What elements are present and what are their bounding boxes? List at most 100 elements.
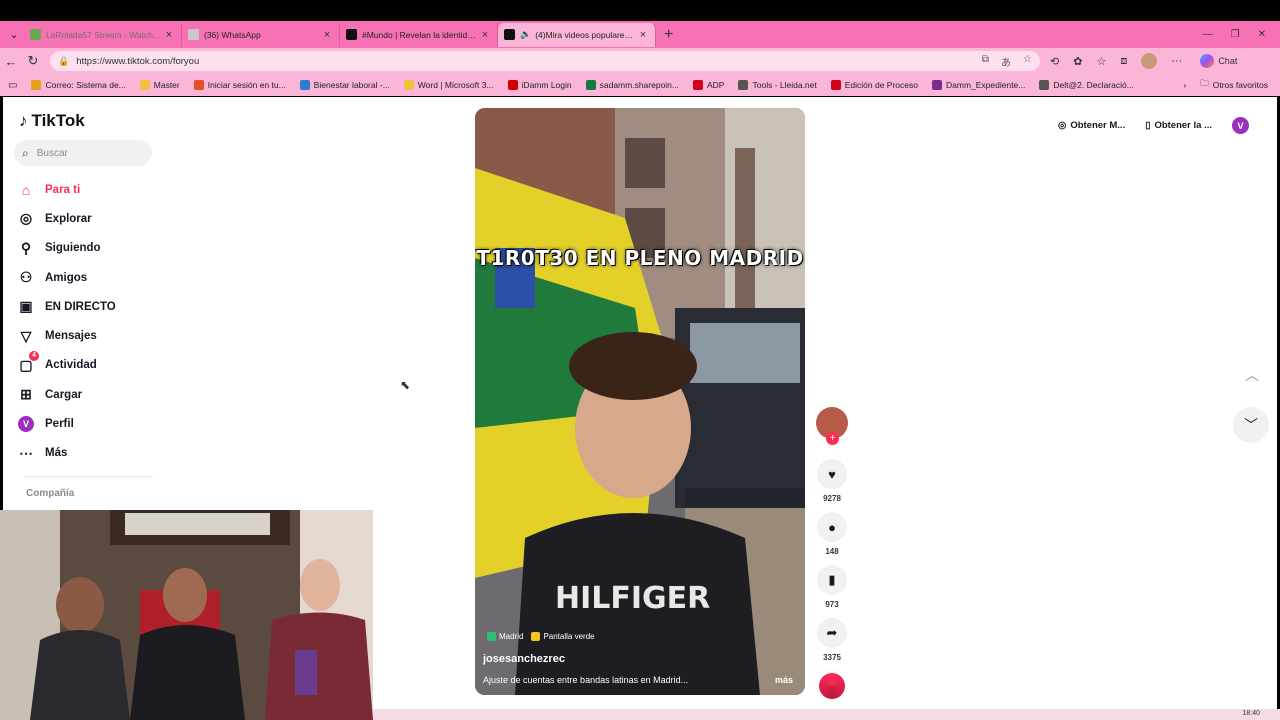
bookmark-item[interactable]: Iniciar sesión en tu... bbox=[193, 80, 286, 90]
bookmark-item[interactable]: iDamm Login bbox=[507, 80, 572, 90]
audio-playing-icon[interactable]: 🔈 bbox=[520, 29, 531, 40]
svg-text:HILFIGER: HILFIGER bbox=[555, 581, 710, 616]
tab-actions-menu-icon[interactable]: ⌄ bbox=[4, 25, 24, 45]
url-field[interactable]: 🔒 https://www.tiktok.com/foryou ⧉ あ ☆ bbox=[50, 51, 1040, 71]
bookmark-item[interactable]: Edición de Proceso bbox=[830, 80, 918, 90]
bookmark-label: sadamm.sharepoin... bbox=[599, 80, 679, 90]
bookmark-item[interactable]: ADP bbox=[693, 80, 724, 90]
sidebar-item-en-directo[interactable]: ▣ EN DIRECTO bbox=[17, 292, 167, 321]
browser-tab-active[interactable]: 🔈 (4)Mira videos populares selec × bbox=[498, 22, 656, 47]
bookmark-favicon-icon bbox=[139, 80, 150, 90]
bookmark-item[interactable]: Delt@2. Declaració... bbox=[1039, 80, 1134, 90]
bookmark-label: ADP bbox=[707, 80, 725, 90]
window-controls: — ❐ ✕ bbox=[1203, 29, 1266, 40]
get-app-button[interactable]: ▯ Obtener la ... bbox=[1145, 120, 1212, 131]
company-section-label: Compañía bbox=[26, 488, 75, 499]
share-icon: ➦ bbox=[826, 625, 838, 640]
bookmark-label: Iniciar sesión en tu... bbox=[207, 80, 286, 90]
chevron-right-icon[interactable]: › bbox=[1183, 80, 1186, 90]
sidebar-item-label: Perfil bbox=[45, 418, 74, 431]
bookmark-item[interactable]: Correo: Sistema de... bbox=[31, 80, 126, 90]
maximize-icon[interactable]: ❐ bbox=[1231, 29, 1240, 40]
next-video-button[interactable]: ﹀ bbox=[1233, 407, 1269, 443]
sidebar-item-mas[interactable]: ⋯ Más bbox=[17, 439, 167, 468]
extensions-icon[interactable]: ⟲ bbox=[1050, 55, 1059, 68]
save-count: 973 bbox=[825, 600, 839, 609]
sidebar-nav: ⌂ Para ti ◎ Explorar ⚲ Siguiendo ⚇ Amigo… bbox=[17, 175, 167, 468]
share-button[interactable]: ➦ bbox=[817, 618, 847, 648]
browser-tab[interactable]: LaRolada57 Stream - Watch Live on × bbox=[24, 22, 182, 47]
browser-tab[interactable]: #Mundo | Revelan la identidad de × bbox=[340, 22, 498, 47]
tab-close-icon[interactable]: × bbox=[163, 29, 175, 41]
favorite-star-icon[interactable]: ☆ bbox=[1023, 54, 1032, 69]
user-avatar[interactable]: V bbox=[1232, 117, 1249, 134]
shield-extension-icon[interactable]: ✿ bbox=[1073, 55, 1082, 68]
bookmark-item[interactable]: Tools - Lleida.net bbox=[738, 80, 817, 90]
browser-tab[interactable]: (36) WhatsApp × bbox=[182, 22, 340, 47]
video-player[interactable]: HILFIGER T1R0T30 EN PLENO MADRID Madrid … bbox=[475, 108, 805, 695]
previous-video-chevron-up-icon[interactable]: ︿ bbox=[1245, 365, 1259, 385]
bookmark-favicon-icon bbox=[932, 80, 942, 90]
tab-close-icon[interactable]: × bbox=[637, 29, 649, 41]
video-author[interactable]: josesanchezrec bbox=[483, 653, 565, 665]
other-favorites-folder[interactable]: 🗀 Otros favoritos bbox=[1200, 78, 1268, 92]
more-icon: ⋯ bbox=[19, 444, 33, 461]
sidebar-item-amigos[interactable]: ⚇ Amigos bbox=[17, 263, 167, 292]
music-disc-icon[interactable] bbox=[819, 673, 845, 699]
tiktok-logo[interactable]: ♪ TikTok bbox=[19, 111, 85, 131]
video-tag-location[interactable]: Madrid bbox=[487, 632, 523, 641]
minimize-icon[interactable]: — bbox=[1203, 29, 1213, 40]
tab-close-icon[interactable]: × bbox=[479, 29, 491, 41]
bookmark-favicon-icon bbox=[403, 80, 414, 90]
site-info-icon[interactable]: 🔒 bbox=[58, 56, 69, 67]
profile-avatar-icon[interactable] bbox=[1141, 53, 1158, 69]
sidebar-item-mensajes[interactable]: ▽ Mensajes bbox=[17, 321, 167, 350]
translate-icon[interactable]: あ bbox=[1001, 54, 1011, 69]
video-description: Ajuste de cuentas entre bandas latinas e… bbox=[483, 675, 689, 685]
follow-plus-icon[interactable]: + bbox=[826, 432, 839, 445]
sidebar-item-perfil[interactable]: V Perfil bbox=[17, 409, 167, 438]
back-icon[interactable]: ← bbox=[0, 54, 22, 69]
bookmark-item[interactable]: Damm_Expediente... bbox=[932, 80, 1025, 90]
settings-more-icon[interactable]: ··· bbox=[1171, 55, 1182, 67]
sidebar-item-cargar[interactable]: ⊞ Cargar bbox=[17, 380, 167, 409]
reading-mode-icon[interactable]: ▭ bbox=[8, 80, 17, 91]
sidebar-item-explorar[interactable]: ◎ Explorar bbox=[17, 204, 167, 233]
comment-icon: ● bbox=[828, 519, 836, 535]
get-coins-button[interactable]: ◎ Obtener M... bbox=[1058, 120, 1125, 131]
bookmark-item[interactable]: sadamm.sharepoin... bbox=[585, 80, 679, 90]
bookmark-label: Word | Microsoft 3... bbox=[417, 80, 494, 90]
collections-icon[interactable]: ⧈ bbox=[1120, 55, 1127, 68]
save-button[interactable]: ▮ bbox=[817, 565, 847, 595]
copilot-chat-button[interactable]: Chat bbox=[1200, 54, 1237, 68]
video-tag-effect[interactable]: Pantalla verde bbox=[531, 632, 595, 641]
sidebar-item-label: Amigos bbox=[45, 271, 88, 284]
bookmark-item[interactable]: Master bbox=[139, 80, 180, 90]
sidebar-item-actividad[interactable]: ▢ 4 Actividad bbox=[17, 351, 167, 380]
video-more-button[interactable]: más bbox=[775, 675, 793, 685]
app-available-icon[interactable]: ⧉ bbox=[982, 54, 989, 69]
search-icon: ⌕ bbox=[22, 145, 29, 160]
bookmark-favicon-icon bbox=[31, 80, 42, 90]
bookmark-favicon-icon bbox=[299, 80, 310, 90]
refresh-icon[interactable]: ↻ bbox=[22, 53, 44, 69]
sidebar-item-para-ti[interactable]: ⌂ Para ti bbox=[17, 175, 167, 204]
chat-label: Chat bbox=[1218, 56, 1238, 66]
bookmark-item[interactable]: Word | Microsoft 3... bbox=[403, 80, 494, 90]
like-count: 9278 bbox=[823, 494, 841, 503]
bookmark-label: Damm_Expediente... bbox=[946, 80, 1026, 90]
like-button[interactable]: ♥ bbox=[817, 459, 847, 489]
bookmark-label: Tools - Lleida.net bbox=[752, 80, 817, 90]
new-tab-button[interactable]: + bbox=[664, 26, 673, 44]
favorites-icon[interactable]: ☆ bbox=[1096, 55, 1106, 68]
logo-text: TikTok bbox=[31, 111, 85, 130]
comment-button[interactable]: ● bbox=[817, 512, 847, 542]
tab-close-icon[interactable]: × bbox=[321, 29, 333, 41]
close-window-icon[interactable]: ✕ bbox=[1258, 29, 1266, 40]
bookmark-item[interactable]: Bienestar laboral -... bbox=[299, 80, 390, 90]
address-bar-row: ← ↻ 🔒 https://www.tiktok.com/foryou ⧉ あ … bbox=[0, 48, 1280, 74]
sidebar-item-siguiendo[interactable]: ⚲ Siguiendo bbox=[17, 234, 167, 263]
search-input[interactable]: ⌕ Buscar bbox=[14, 140, 152, 166]
tab-title: (36) WhatsApp bbox=[204, 29, 261, 40]
creator-avatar[interactable]: + bbox=[816, 407, 848, 445]
